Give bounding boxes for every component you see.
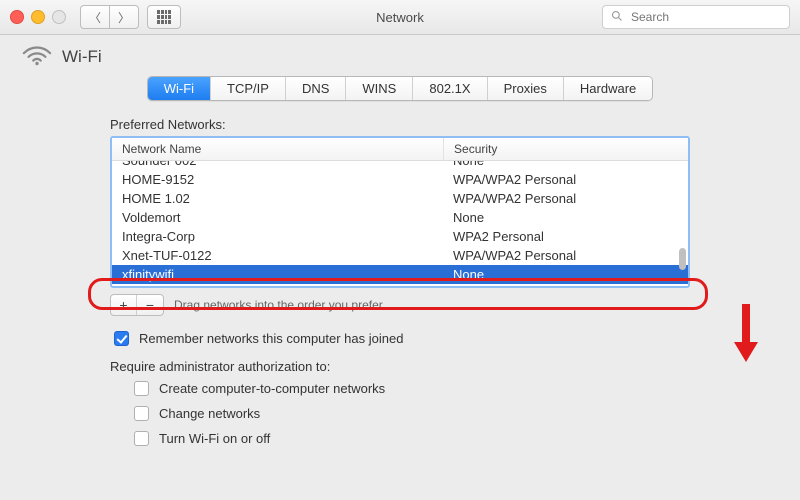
table-body: Sounder 002NoneHOME-9152WPA/WPA2 Persona… [112,161,688,286]
table-row[interactable]: xfinitywifiNone [112,265,688,284]
admin-checkbox[interactable] [134,431,149,446]
forward-button[interactable]: 〉 [109,5,139,29]
scrollbar-thumb[interactable] [679,248,686,270]
tab-bar: Wi-FiTCP/IPDNSWINS802.1XProxiesHardware [0,76,800,101]
table-row[interactable]: Integra-CorpWPA2 Personal [112,227,688,246]
cell-security: None [443,267,688,282]
zoom-window-button[interactable] [52,10,66,24]
tab-dns[interactable]: DNS [286,77,346,100]
cell-network-name: Integra-Corp [112,229,443,244]
scrollbar[interactable] [678,140,686,284]
drag-hint: Drag networks into the order you prefer. [174,298,385,312]
column-network-name[interactable]: Network Name [112,138,444,160]
search-field[interactable] [602,5,790,29]
tab-wi-fi[interactable]: Wi-Fi [148,77,211,100]
remember-networks-row: Remember networks this computer has join… [110,328,800,349]
cell-security: WPA/WPA2 Personal [443,248,688,263]
table-row[interactable]: VoldemortNone [112,208,688,227]
table-row[interactable]: Xnet-TUF-0122WPA/WPA2 Personal [112,246,688,265]
chevron-right-icon: 〉 [118,9,130,26]
pane-header: Wi-Fi [22,43,800,70]
admin-check-row: Turn Wi-Fi on or off [130,428,800,449]
cell-network-name: Xnet-TUF-0122 [112,248,443,263]
search-icon [611,10,623,25]
cell-security: None [443,210,688,225]
column-security[interactable]: Security [444,138,688,160]
close-window-button[interactable] [10,10,24,24]
preferred-networks-table[interactable]: Network Name Security Sounder 002NoneHOM… [110,136,690,288]
tab-hardware[interactable]: Hardware [564,77,652,100]
cell-security: WPA/WPA2 Personal [443,191,688,206]
table-row[interactable]: HOME-9152WPA/WPA2 Personal [112,170,688,189]
admin-check-row: Create computer-to-computer networks [130,378,800,399]
cell-security: None [443,161,688,168]
tab-tcp-ip[interactable]: TCP/IP [211,77,286,100]
back-button[interactable]: 〈 [80,5,109,29]
tab-802-1x[interactable]: 802.1X [413,77,487,100]
remember-networks-checkbox[interactable] [114,331,129,346]
cell-network-name: HOME 1.02 [112,191,443,206]
table-row[interactable]: HOME 1.02WPA/WPA2 Personal [112,189,688,208]
nav-buttons: 〈 〉 [80,5,139,29]
show-all-button[interactable] [147,5,181,29]
admin-checkbox-label[interactable]: Turn Wi-Fi on or off [159,431,270,446]
add-network-button[interactable]: + [111,295,137,315]
window-controls [10,10,66,24]
cell-security: WPA/WPA2 Personal [443,172,688,187]
admin-check-row: Change networks [130,403,800,424]
cell-network-name: xfinitywifi [112,267,443,282]
minimize-window-button[interactable] [31,10,45,24]
admin-checkbox-label[interactable]: Create computer-to-computer networks [159,381,385,396]
table-header: Network Name Security [112,138,688,161]
wifi-icon [22,43,52,70]
remember-networks-label[interactable]: Remember networks this computer has join… [139,331,403,346]
cell-network-name: Voldemort [112,210,443,225]
cell-network-name: HOME-9152 [112,172,443,187]
tab-proxies[interactable]: Proxies [488,77,564,100]
tab-wins[interactable]: WINS [346,77,413,100]
table-row[interactable]: Sounder 002None [112,161,688,170]
require-admin-label: Require administrator authorization to: [110,359,800,374]
preferred-networks-label: Preferred Networks: [110,117,800,132]
titlebar: 〈 〉 Network [0,0,800,35]
search-input[interactable] [629,9,781,25]
chevron-left-icon: 〈 [89,9,101,26]
content: Wi-Fi Wi-FiTCP/IPDNSWINS802.1XProxiesHar… [0,35,800,449]
pane-title: Wi-Fi [62,47,102,67]
grid-icon [157,10,171,24]
remove-network-button[interactable]: − [137,295,163,315]
admin-checkbox[interactable] [134,381,149,396]
cell-security: WPA2 Personal [443,229,688,244]
table-actions: + − Drag networks into the order you pre… [110,294,690,316]
admin-checkbox-label[interactable]: Change networks [159,406,260,421]
admin-checkbox[interactable] [134,406,149,421]
cell-network-name: Sounder 002 [112,161,443,168]
